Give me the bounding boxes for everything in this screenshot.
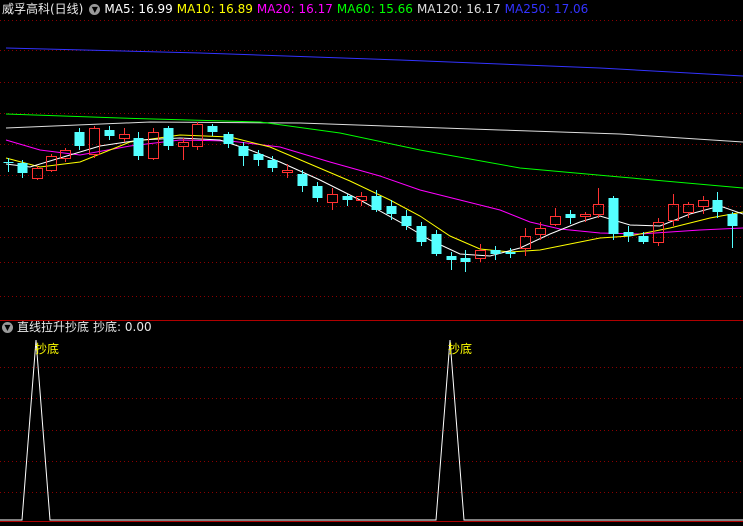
- candle-body-down: [446, 256, 457, 260]
- signal-line: [0, 339, 743, 521]
- ma60-line: [5, 113, 743, 189]
- candle-body-down: [17, 163, 28, 173]
- candle-body-down: [608, 198, 619, 234]
- candle-body-up: [148, 132, 159, 159]
- candle-body-down: [312, 186, 323, 198]
- candle-body-down: [386, 206, 397, 214]
- candle-body-down: [401, 216, 412, 226]
- signal-label: 抄底: [35, 341, 59, 356]
- candle-body-up: [698, 200, 709, 207]
- candle-body-down: [3, 162, 14, 163]
- stock-chart[interactable]: 抄底 抄底: [0, 0, 743, 526]
- candle-body-down: [133, 138, 144, 156]
- candle-body-down: [490, 250, 501, 254]
- candle-body-down: [371, 196, 382, 210]
- candle-body-down: [712, 200, 723, 212]
- candle-body-down: [297, 174, 308, 186]
- candle-body-down: [638, 236, 649, 242]
- ma120-line: [5, 121, 743, 143]
- candle-body-up: [535, 228, 546, 235]
- candle-body-down: [342, 196, 353, 200]
- ma20-line: [5, 139, 743, 235]
- candle-body-up: [32, 168, 43, 179]
- candle-body-down: [238, 146, 249, 156]
- candle-body-up: [327, 194, 338, 203]
- candle-body-down: [163, 128, 174, 146]
- candle-body-up: [683, 204, 694, 213]
- candle-body-down: [431, 234, 442, 254]
- candle-body-up: [550, 216, 561, 225]
- candle-body-up: [475, 250, 486, 259]
- candle-body-down: [565, 214, 576, 218]
- candle-body-up: [580, 214, 591, 217]
- candle-body-down: [727, 214, 738, 226]
- candle-body-down: [223, 134, 234, 144]
- candle-body-down: [267, 160, 278, 168]
- signal-polyline: [0, 339, 743, 521]
- candle-body-up: [46, 156, 57, 171]
- candle-body-down: [207, 126, 218, 132]
- candle-body-up: [119, 134, 130, 139]
- candle-body-up: [593, 204, 604, 215]
- candle-body-up: [89, 128, 100, 155]
- candle-body-down: [623, 232, 634, 236]
- candle-body-down: [416, 226, 427, 242]
- moving-average-lines: [5, 47, 743, 257]
- ma250-line: [5, 47, 743, 77]
- candle-body-down: [253, 154, 264, 160]
- candle-body-down: [505, 252, 516, 254]
- candle-body-down: [460, 258, 471, 262]
- signal-label: 抄底: [448, 341, 472, 356]
- candle-body-down: [104, 130, 115, 136]
- candle-body-up: [282, 170, 293, 173]
- candlesticks[interactable]: [3, 122, 738, 272]
- candle-body-down: [74, 132, 85, 146]
- grid-lines: [0, 20, 743, 522]
